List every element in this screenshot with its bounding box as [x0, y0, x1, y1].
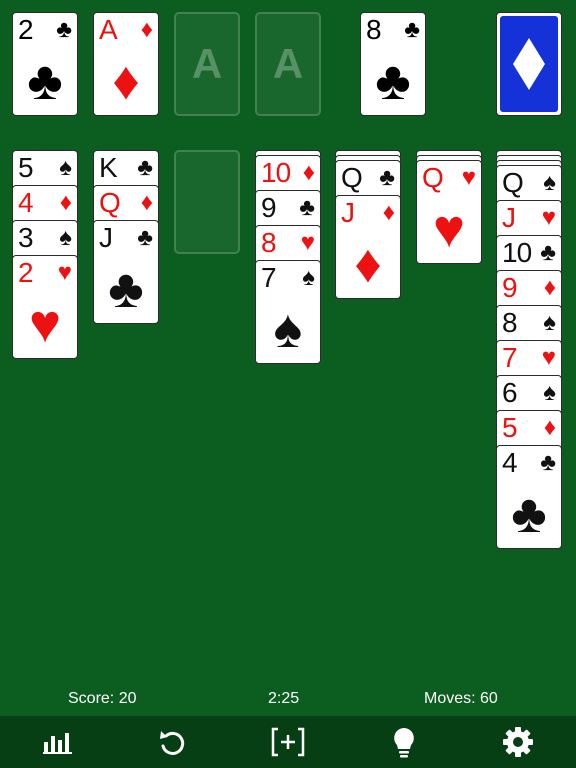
stock-pile[interactable]	[496, 12, 562, 116]
club-icon: ♣	[56, 16, 72, 43]
club-icon: ♣	[540, 239, 556, 266]
heart-icon: ♥	[541, 344, 556, 371]
card-rank: 8	[366, 14, 382, 45]
card-rank: 9	[261, 192, 277, 223]
card-rank: J	[502, 202, 516, 233]
foundation-placeholder-label: A	[191, 40, 223, 87]
spade-icon: ♠	[273, 299, 303, 359]
card-rank: 2	[18, 14, 34, 45]
diamond-icon: ♦	[59, 189, 72, 216]
card-rank: 4	[18, 187, 34, 218]
spade-icon: ♠	[302, 264, 315, 291]
tableau-empty-slot[interactable]	[174, 150, 240, 254]
hint-button[interactable]	[382, 724, 426, 760]
club-icon: ♣	[375, 51, 411, 111]
diamond-icon: ♦	[543, 414, 556, 441]
club-icon: ♣	[299, 194, 315, 221]
diamond-icon: ♦	[112, 51, 140, 111]
diamond-icon: ♦	[302, 159, 315, 186]
diamond-icon	[513, 38, 545, 90]
waste-card-1[interactable]: 2 ♣ ♣	[12, 12, 78, 116]
card-rank: 8	[502, 307, 518, 338]
undo-button[interactable]	[150, 724, 194, 760]
heart-icon: ♥	[300, 229, 315, 256]
foundation-card-clubs[interactable]: 8 ♣ ♣	[360, 12, 426, 116]
card-rank: 10	[261, 157, 291, 188]
score-label: Score: 20	[68, 690, 137, 707]
diamond-icon: ♦	[140, 189, 153, 216]
tableau-card[interactable]: J ♣ ♣	[93, 220, 159, 324]
heart-icon: ♥	[461, 164, 476, 191]
card-rank: 7	[261, 262, 277, 293]
card-rank: J	[99, 222, 113, 253]
card-rank: 5	[502, 412, 518, 443]
club-icon: ♣	[540, 449, 556, 476]
club-icon: ♣	[379, 164, 395, 191]
stats-icon	[43, 733, 72, 754]
tableau-card[interactable]: 7 ♠ ♠	[255, 260, 321, 364]
stats-button[interactable]	[36, 724, 80, 760]
card-rank: 3	[18, 222, 34, 253]
tableau-card[interactable]: 2 ♥ ♥	[12, 255, 78, 359]
heart-icon: ♥	[57, 259, 72, 286]
card-rank: Q	[502, 167, 524, 198]
toolbar	[0, 716, 576, 768]
card-rank: 5	[18, 152, 34, 183]
diamond-icon: ♦	[543, 274, 556, 301]
settings-icon	[503, 727, 533, 757]
timer-label: 2:25	[268, 690, 300, 707]
card-rank: 7	[502, 342, 518, 373]
moves-label: Moves: 60	[424, 690, 498, 707]
club-icon: ♣	[137, 224, 153, 251]
card-rank: Q	[99, 187, 121, 218]
foundation-slot-1[interactable]: A	[174, 12, 240, 116]
tableau-card[interactable]: J ♦ ♦	[335, 195, 401, 299]
heart-icon: ♥	[28, 294, 62, 354]
diamond-icon: ♦	[382, 199, 395, 226]
diamond-icon: ♦	[354, 234, 382, 294]
card-rank: 10	[502, 237, 532, 268]
diamond-icon: ♦	[140, 16, 153, 43]
card-rank: Q	[341, 162, 363, 193]
club-icon: ♣	[404, 16, 420, 43]
card-rank: 6	[502, 377, 518, 408]
foundation-slot-2[interactable]: A	[255, 12, 321, 116]
club-icon: ♣	[27, 51, 63, 111]
club-icon: ♣	[108, 259, 144, 319]
card-rank: A	[99, 14, 118, 45]
new-game-button[interactable]	[266, 724, 310, 760]
card-rank: K	[99, 152, 118, 183]
club-icon: ♣	[137, 154, 153, 181]
tableau-card[interactable]: 4 ♣ ♣	[496, 445, 562, 549]
waste-card-2[interactable]: A ♦ ♦	[93, 12, 159, 116]
card-rank: 8	[261, 227, 277, 258]
card-rank: Q	[422, 162, 444, 193]
foundation-placeholder-label: A	[272, 40, 304, 87]
settings-button[interactable]	[496, 724, 540, 760]
card-rank: 2	[18, 257, 34, 288]
new-game-icon	[271, 727, 305, 757]
spade-icon: ♠	[59, 154, 72, 181]
card-rank: J	[341, 197, 355, 228]
spade-icon: ♠	[543, 309, 556, 336]
tableau-card[interactable]: Q ♥ ♥	[416, 160, 482, 264]
hint-icon	[394, 728, 414, 758]
card-rank: 4	[502, 447, 518, 478]
card-rank: 9	[502, 272, 518, 303]
card-back	[500, 16, 558, 112]
spade-icon: ♠	[543, 169, 556, 196]
spade-icon: ♠	[59, 224, 72, 251]
heart-icon: ♥	[541, 204, 556, 231]
spade-icon: ♠	[543, 379, 556, 406]
undo-icon	[160, 731, 185, 755]
heart-icon: ♥	[432, 199, 466, 259]
club-icon: ♣	[511, 484, 547, 544]
